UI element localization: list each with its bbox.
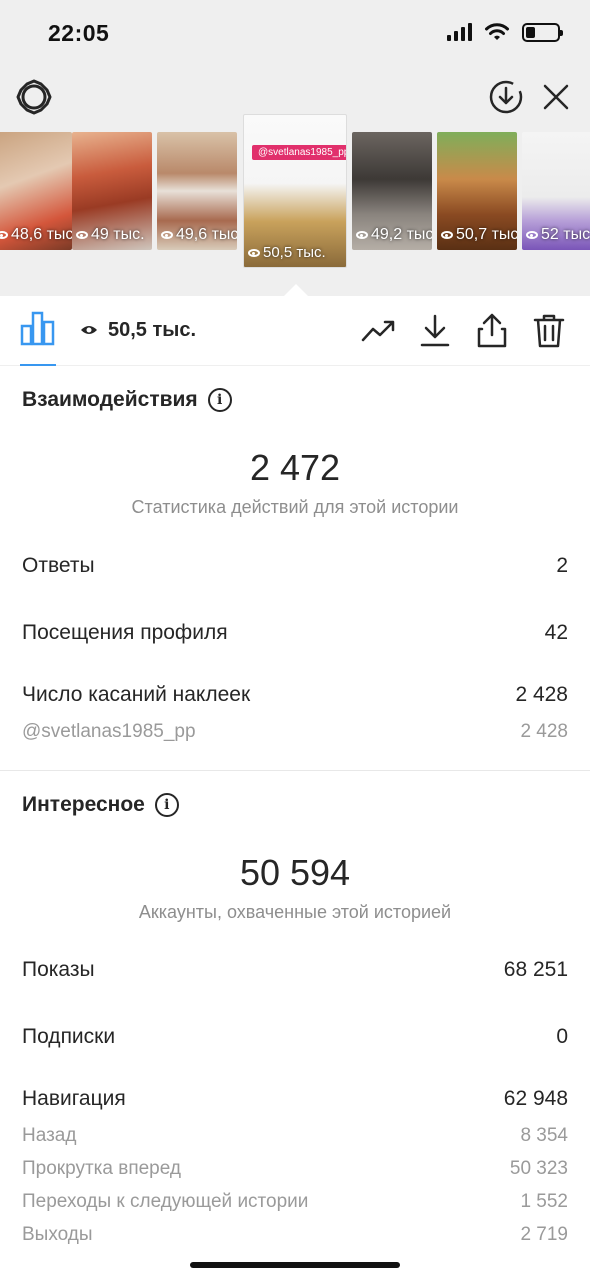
story-views-label: 49,2 тыс. [356, 226, 432, 244]
gear-icon [16, 79, 52, 115]
eye-icon [526, 231, 538, 239]
eye-icon [356, 231, 368, 239]
story-views-label: 50,7 тыс. [441, 226, 517, 244]
trending-up-icon [361, 320, 395, 342]
stat-label: Переходы к следующей истории [22, 1191, 309, 1212]
stat-value: 2 [556, 554, 568, 577]
info-icon[interactable]: i [207, 388, 232, 412]
bar-chart-icon [20, 311, 55, 346]
eye-icon [81, 326, 97, 334]
top-area: 22:05 48,6 тыс. 49 тыс. 49,6 тыс. @svetl… [0, 0, 590, 296]
eye-icon [248, 248, 260, 257]
discovery-section-title: Интересное i [22, 793, 179, 817]
stat-value: 2 428 [515, 683, 568, 706]
story-thumbnails: 48,6 тыс. 49 тыс. 49,6 тыс. @svetlanas19… [0, 114, 590, 268]
discovery-title: Интересное [22, 793, 145, 816]
eye-icon [0, 231, 8, 239]
battery-icon [522, 22, 563, 42]
stat-subrow-forward: Прокрутка вперед 50 323 [22, 1158, 568, 1180]
story-thumbnail[interactable]: 49,2 тыс. [352, 132, 432, 250]
story-thumbnail[interactable]: 50,7 тыс. [437, 132, 517, 250]
stat-row-navigation: Навигация 62 948 [22, 1087, 568, 1111]
views-count: 50,5 тыс. [108, 319, 197, 341]
stat-subrow-next-story: Переходы к следующей истории 1 552 [22, 1191, 568, 1213]
stat-value: 0 [556, 1025, 568, 1048]
stat-value: 62 948 [503, 1087, 568, 1110]
stat-value: 42 [544, 621, 568, 644]
info-icon[interactable]: i [154, 793, 179, 817]
save-story-button[interactable] [484, 75, 528, 119]
interactions-caption: Статистика действий для этой истории [131, 497, 459, 517]
status-time: 22:05 [48, 20, 110, 46]
stat-row-impressions: Показы 68 251 [22, 958, 568, 982]
stat-value: 68 251 [503, 958, 568, 981]
stat-value: 2 719 [520, 1224, 568, 1245]
stat-subrow-mention: @svetlanas1985_pp 2 428 [22, 721, 568, 743]
stat-label: Подписки [22, 1025, 116, 1048]
stat-label: Выходы [22, 1224, 93, 1245]
wifi-icon [485, 23, 509, 40]
settings-button[interactable] [12, 75, 56, 119]
story-views-label: 49 тыс. [76, 226, 145, 244]
stat-label: Показы [22, 958, 95, 981]
active-tab-underline [20, 364, 56, 366]
download-button[interactable] [416, 312, 454, 350]
section-divider [0, 770, 590, 771]
active-story-pointer [284, 284, 308, 296]
interactions-title: Взаимодействия [22, 388, 198, 411]
stat-row-replies: Ответы 2 [22, 554, 568, 578]
stat-label: Назад [22, 1125, 77, 1146]
story-views-label: 48,6 тыс. [0, 226, 72, 244]
story-thumbnail[interactable]: 49 тыс. [72, 132, 152, 250]
download-circle-icon [489, 80, 523, 114]
stat-row-profile-visits: Посещения профиля 42 [22, 621, 568, 645]
story-thumbnail[interactable]: 52 тыс. [522, 132, 590, 250]
eye-icon [161, 231, 173, 239]
promote-button[interactable] [360, 312, 398, 350]
stat-value: 2 428 [520, 721, 568, 742]
eye-icon [76, 231, 88, 239]
close-icon [543, 84, 569, 110]
download-icon [420, 314, 450, 347]
stat-value: 1 552 [520, 1191, 568, 1212]
discovery-total: 50 594 [239, 852, 351, 893]
stat-label: Навигация [22, 1087, 126, 1110]
stat-row-sticker-taps: Число касаний наклеек 2 428 [22, 683, 568, 707]
stat-label: Прокрутка вперед [22, 1158, 181, 1179]
eye-icon [441, 231, 453, 239]
stat-row-follows: Подписки 0 [22, 1025, 568, 1049]
discovery-caption: Аккаунты, охваченные этой историей [138, 902, 452, 922]
story-thumbnail[interactable]: 49,6 тыс. [157, 132, 237, 250]
close-button[interactable] [534, 75, 578, 119]
story-views-label: 50,5 тыс. [248, 244, 326, 261]
signal-icon [447, 23, 472, 41]
share-icon [477, 313, 507, 348]
stat-subrow-exits: Выходы 2 719 [22, 1224, 568, 1246]
interactions-total: 2 472 [249, 447, 341, 488]
story-action-bar: 50,5 тыс. [0, 296, 590, 366]
stat-value: 50 323 [509, 1158, 568, 1179]
stat-value: 8 354 [520, 1125, 568, 1146]
stat-label: Число касаний наклеек [22, 683, 251, 706]
story-thumbnail-active[interactable]: @svetlanas1985_pp 50,5 тыс. [243, 114, 347, 268]
story-thumbnail[interactable]: 48,6 тыс. [0, 132, 72, 250]
story-views-label: 49,6 тыс. [161, 226, 237, 244]
delete-button[interactable] [530, 312, 568, 350]
share-button[interactable] [473, 312, 511, 350]
story-views-label: 52 тыс. [526, 226, 590, 244]
insights-tab[interactable] [20, 310, 58, 348]
stat-label: @svetlanas1985_pp [22, 721, 196, 742]
story-mention-tag: @svetlanas1985_pp [252, 145, 346, 160]
stat-label: Посещения профиля [22, 621, 228, 644]
interactions-section-title: Взаимодействия i [22, 388, 232, 412]
stat-label: Ответы [22, 554, 95, 577]
status-icons [447, 22, 563, 42]
trash-icon [533, 314, 565, 348]
home-indicator[interactable] [190, 1262, 400, 1268]
stat-subrow-back: Назад 8 354 [22, 1125, 568, 1147]
